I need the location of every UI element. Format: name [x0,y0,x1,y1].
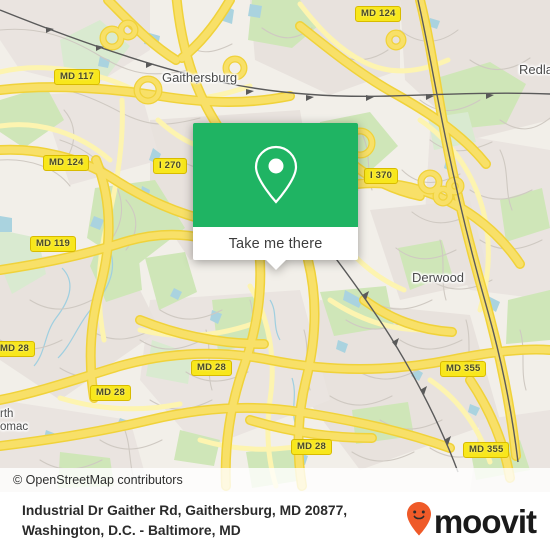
map-screenshot: .land{fill:#f2efe9} .urban{fill:#eae4e0}… [0,0,550,550]
road-shield: MD 355 [440,361,487,377]
popup-tail [264,259,287,270]
road-shield: MD 28 [0,341,35,357]
smiling-pin-icon [406,501,432,542]
address-line-2: Washington, D.C. - Baltimore, MD [22,523,241,538]
moovit-wordmark: moovit [433,502,537,540]
road-shield: MD 124 [355,6,402,22]
take-me-there-label: Take me there [228,235,323,252]
take-me-there-button[interactable]: Take me there [193,227,358,260]
road-shield: I 370 [364,168,399,184]
place-label-redland: Redla [519,62,550,77]
road-shield: MD 355 [463,442,510,458]
road-shield: MD 119 [30,236,76,252]
place-label-north-potomac-line1: rth [0,408,14,420]
popup-image-area [193,123,358,227]
osm-attribution-text: © OpenStreetMap contributors [13,473,183,487]
road-shield: MD 28 [291,439,332,455]
place-label-north-potomac-line2: omac [0,421,29,433]
place-label-derwood: Derwood [412,270,465,285]
location-popup-card[interactable]: Take me there [193,123,358,270]
road-shield: MD 117 [54,69,100,85]
road-shield: I 270 [153,158,188,174]
address-text: Industrial Dr Gaither Rd, Gaithersburg, … [22,501,347,541]
road-shield: MD 28 [90,385,131,401]
map-attribution-bar: © OpenStreetMap contributors [0,468,550,492]
place-label-gaithersburg: Gaithersburg [162,70,238,85]
moovit-logo[interactable]: moovit [406,501,537,542]
map-pin-icon [252,144,300,206]
map-viewport[interactable]: .land{fill:#f2efe9} .urban{fill:#eae4e0}… [0,0,550,492]
address-line-1: Industrial Dr Gaither Rd, Gaithersburg, … [22,503,348,518]
footer-bar: Industrial Dr Gaither Rd, Gaithersburg, … [0,492,550,550]
road-shield: MD 124 [43,155,90,171]
road-shield: MD 28 [191,360,232,376]
